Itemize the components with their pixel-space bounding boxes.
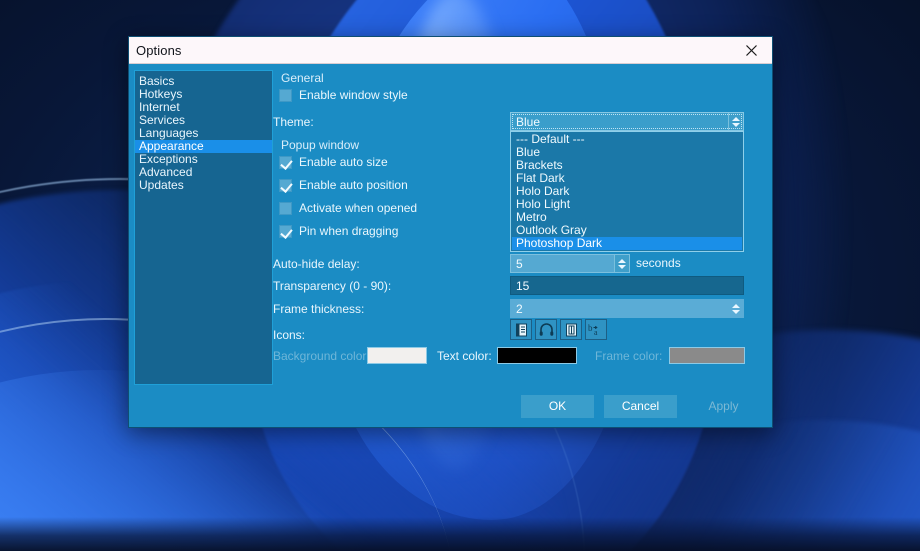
activate-when-opened-label: Activate when opened — [299, 201, 418, 215]
enable-window-style-checkbox[interactable] — [279, 88, 292, 102]
enable-auto-size-checkbox[interactable] — [279, 155, 292, 169]
sidebar-item-updates[interactable]: Updates — [135, 179, 272, 192]
frame-thickness-value: 2 — [516, 301, 523, 316]
headphones-icon-button[interactable] — [535, 319, 557, 340]
chevron-down-icon — [732, 122, 740, 127]
sidebar-item-label: Basics — [139, 74, 175, 88]
frame-thickness-combobox[interactable]: 2 — [510, 299, 744, 318]
theme-option-default[interactable]: --- Default --- — [512, 133, 742, 146]
frame-thickness-spinner-icon[interactable] — [728, 300, 743, 317]
chevron-up-icon — [731, 303, 740, 308]
theme-option-label: Holo Dark — [516, 184, 570, 198]
enable-auto-size-label: Enable auto size — [299, 155, 388, 169]
sidebar-item-label: Services — [139, 113, 186, 127]
enable-auto-size-row[interactable]: Enable auto size — [279, 155, 388, 169]
theme-option-label: Flat Dark — [516, 171, 565, 185]
appearance-settings-panel: General Enable window style Theme: Blue … — [273, 70, 766, 385]
theme-option-label: Holo Light — [516, 197, 571, 211]
sidebar-item-label: Exceptions — [139, 152, 198, 166]
enable-auto-position-checkbox[interactable] — [279, 178, 292, 192]
seconds-unit-label: seconds — [636, 256, 681, 270]
cancel-button[interactable]: Cancel — [604, 394, 677, 418]
category-sidebar: Basics Hotkeys Internet Services Languag… — [134, 70, 273, 385]
theme-option-label: Outlook Gray — [516, 223, 587, 237]
dictionary-icon — [515, 323, 528, 337]
theme-spinner-icon[interactable] — [728, 113, 743, 130]
sidebar-item-label: Advanced — [139, 165, 193, 179]
pin-when-dragging-row[interactable]: Pin when dragging — [279, 224, 398, 238]
frame-color-label: Frame color: — [595, 349, 663, 363]
pin-when-dragging-label: Pin when dragging — [299, 224, 399, 238]
translate-icon-button[interactable]: b a — [585, 319, 607, 340]
theme-dropdown-list[interactable]: --- Default --- Blue Brackets Flat Dark … — [510, 131, 744, 252]
apply-button: Apply — [687, 395, 760, 418]
dialog-footer: OK Cancel Apply — [129, 385, 772, 427]
wallpaper-bottom-band — [0, 517, 920, 551]
theme-option-photoshop-dark[interactable]: Photoshop Dark — [512, 237, 742, 250]
copy-icon — [565, 323, 578, 337]
theme-option-label: Metro — [516, 210, 547, 224]
theme-selected-value: Blue — [516, 114, 541, 129]
options-dialog: Options Basics Hotkeys Internet Services… — [128, 36, 773, 428]
chevron-up-icon — [732, 116, 740, 121]
general-group-label: General — [281, 71, 324, 85]
close-icon — [745, 44, 758, 57]
wallpaper-ribbon-2 — [560, 420, 920, 551]
frame-color-swatch[interactable] — [669, 347, 745, 364]
auto-hide-delay-spinner-icon[interactable] — [614, 255, 629, 272]
icons-label: Icons: — [273, 328, 306, 342]
theme-combobox[interactable]: Blue — [510, 112, 744, 131]
pin-when-dragging-checkbox[interactable] — [279, 224, 292, 238]
icon-toggle-group: b a — [510, 319, 607, 340]
popup-window-group-label: Popup window — [281, 138, 360, 152]
activate-when-opened-checkbox[interactable] — [279, 201, 292, 215]
auto-hide-delay-label: Auto-hide delay: — [273, 257, 360, 271]
activate-when-opened-row[interactable]: Activate when opened — [279, 201, 417, 215]
theme-option-label: Blue — [516, 145, 541, 159]
text-color-label: Text color: — [437, 349, 492, 363]
background-color-label: Background color: — [273, 349, 370, 363]
background-color-swatch[interactable] — [367, 347, 427, 364]
dialog-body: Basics Hotkeys Internet Services Languag… — [129, 64, 772, 385]
auto-hide-delay-value: 5 — [516, 256, 523, 271]
close-button[interactable] — [730, 37, 772, 64]
theme-label: Theme: — [273, 115, 314, 129]
transparency-input[interactable]: 15 — [510, 276, 744, 295]
window-title: Options — [136, 42, 182, 58]
auto-hide-delay-spinner[interactable]: 5 — [510, 254, 630, 273]
enable-auto-position-label: Enable auto position — [299, 178, 408, 192]
transparency-value: 15 — [516, 278, 530, 293]
sidebar-item-label: Internet — [139, 100, 180, 114]
title-bar[interactable]: Options — [129, 37, 772, 64]
theme-option-label: Photoshop Dark — [516, 236, 603, 250]
desktop-background: Options Basics Hotkeys Internet Services… — [0, 0, 920, 551]
svg-text:a: a — [594, 328, 598, 337]
ok-button[interactable]: OK — [521, 394, 594, 418]
translate-icon: b a — [588, 323, 604, 337]
theme-option-label: --- Default --- — [516, 132, 585, 146]
chevron-down-icon — [618, 264, 626, 269]
enable-window-style-label: Enable window style — [299, 88, 408, 102]
dictionary-icon-button[interactable] — [510, 319, 532, 340]
copy-icon-button[interactable] — [560, 319, 582, 340]
transparency-label: Transparency (0 - 90): — [273, 279, 392, 293]
text-color-swatch[interactable] — [497, 347, 577, 364]
headphones-icon — [539, 323, 554, 336]
sidebar-item-label: Hotkeys — [139, 87, 183, 101]
sidebar-item-label: Languages — [139, 126, 199, 140]
sidebar-item-label: Updates — [139, 178, 184, 192]
chevron-down-icon — [731, 309, 740, 314]
theme-option-label: Brackets — [516, 158, 563, 172]
enable-window-style-row[interactable]: Enable window style — [279, 88, 408, 102]
chevron-up-icon — [618, 258, 626, 263]
frame-thickness-label: Frame thickness: — [273, 302, 365, 316]
sidebar-item-label: Appearance — [139, 139, 204, 153]
enable-auto-position-row[interactable]: Enable auto position — [279, 178, 408, 192]
svg-text:b: b — [588, 323, 593, 333]
